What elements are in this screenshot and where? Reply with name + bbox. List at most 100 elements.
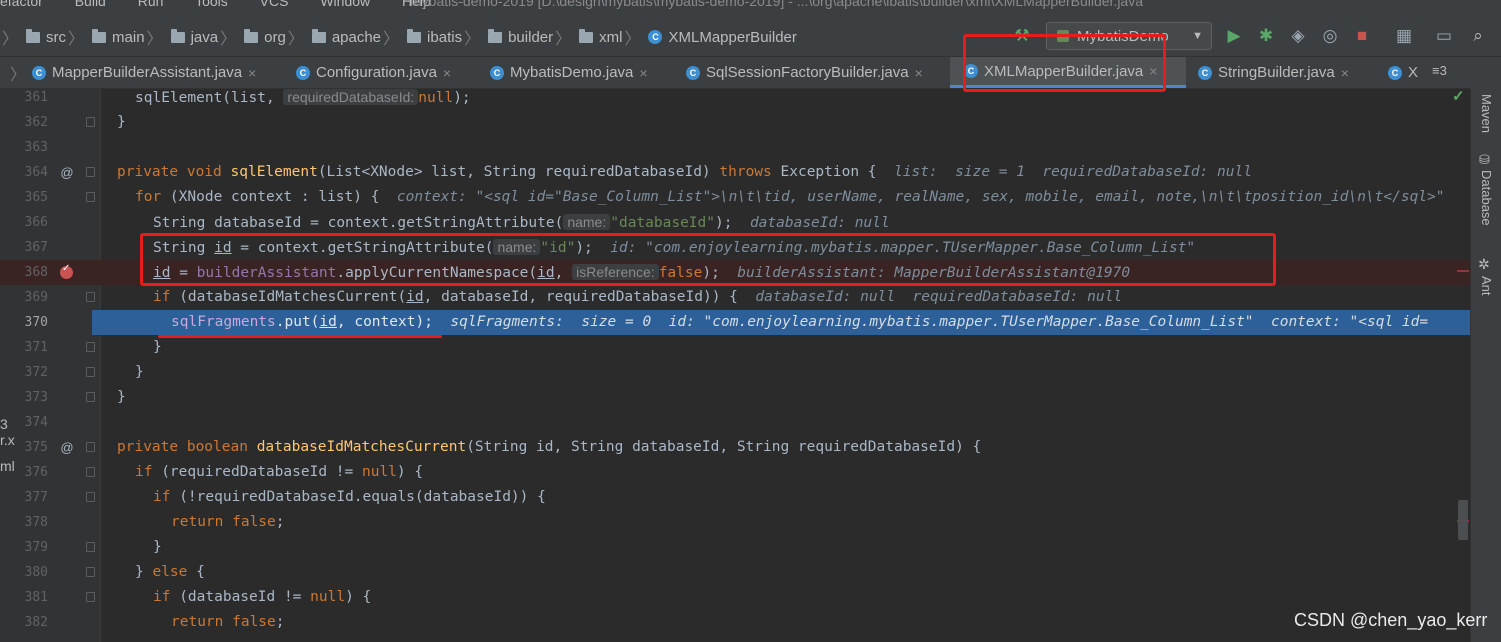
code-line-379[interactable]: 379 }	[0, 535, 1470, 560]
close-icon[interactable]: ×	[639, 65, 647, 81]
fold-marker-icon[interactable]	[86, 567, 95, 577]
class-icon: C	[32, 65, 47, 80]
tab-mapper-builder-assistant[interactable]: 〉 C MapperBuilderAssistant.java ×	[8, 57, 256, 88]
folder-icon	[26, 28, 41, 43]
profile-icon[interactable]: ◎	[1320, 26, 1340, 46]
folder-icon	[311, 28, 326, 43]
debug-inline-value: databaseId: null requiredDatabaseId: nul…	[755, 289, 1123, 305]
breadcrumb-item-xml[interactable]: xml	[573, 28, 622, 46]
debug-inline-value: sqlFragments: size = 0 id: "com.enjoylea…	[450, 314, 1429, 330]
fold-marker-icon[interactable]	[86, 117, 95, 127]
override-at-icon[interactable]: @	[59, 435, 75, 460]
menu-window[interactable]: Window	[320, 0, 370, 9]
breadcrumb-item-builder[interactable]: builder	[482, 28, 553, 46]
ant-tool-tab[interactable]: Ant	[1479, 276, 1494, 296]
folder-icon	[170, 28, 185, 43]
code-line-365[interactable]: 365 for (XNode context : list) { context…	[0, 185, 1470, 210]
param-hint: requiredDatabaseId:	[283, 89, 419, 105]
watermark: CSDN @chen_yao_kerr	[1294, 610, 1488, 630]
fold-marker-icon[interactable]	[86, 292, 95, 302]
override-at-icon[interactable]: @	[59, 160, 75, 185]
project-structure-icon[interactable]: ▦	[1394, 26, 1414, 46]
close-icon[interactable]: ×	[915, 65, 923, 81]
window-title: mybatis-demo-2019 [D:\design\mybatis\myb…	[410, 0, 1144, 9]
code-line-371[interactable]: 371 }	[0, 335, 1470, 360]
code-line-366[interactable]: 366 String databaseId = context.getStrin…	[0, 210, 1470, 235]
param-hint: name:	[563, 214, 611, 230]
code-line-377[interactable]: 377 if (!requiredDatabaseId.equals(datab…	[0, 485, 1470, 510]
fold-marker-icon[interactable]	[86, 442, 95, 452]
fold-marker-icon[interactable]	[86, 167, 95, 177]
breadcrumb-item-class[interactable]: C XMLMapperBuilder	[642, 29, 797, 46]
code-line-372[interactable]: 372 }	[0, 360, 1470, 385]
breakpoint-scroll-marker[interactable]	[1457, 270, 1469, 272]
tab-string-builder[interactable]: C StringBuilder.java ×	[1198, 57, 1349, 88]
project-tree-fragment: ml	[0, 458, 15, 474]
tab-sql-session-factory-builder[interactable]: C SqlSessionFactoryBuilder.java ×	[686, 57, 923, 88]
close-icon[interactable]: ×	[248, 65, 256, 81]
code-line-378[interactable]: 378 return false;	[0, 510, 1470, 535]
code-line-382[interactable]: 382 return false;	[0, 610, 1470, 635]
code-line-364[interactable]: 364 @ private void sqlElement(List<XNode…	[0, 160, 1470, 185]
menu-run[interactable]: Run	[138, 0, 164, 9]
code-line-376[interactable]: 376 if (requiredDatabaseId != null) {	[0, 460, 1470, 485]
fold-marker-icon[interactable]	[86, 592, 95, 602]
breadcrumb-item-java[interactable]: java	[165, 28, 218, 46]
coverage-icon[interactable]: ◈	[1288, 26, 1308, 46]
breadcrumb-item-apache[interactable]: apache	[306, 28, 381, 46]
tab-list-menu-icon[interactable]: ≡3	[1432, 63, 1447, 78]
tab-configuration[interactable]: C Configuration.java ×	[296, 57, 451, 88]
breakpoint-icon[interactable]	[60, 263, 73, 279]
chevron-icon: 〉	[287, 31, 304, 48]
chevron-icon: 〉	[555, 31, 572, 48]
tab-mybatis-demo[interactable]: C MybatisDemo.java ×	[490, 57, 648, 88]
code-line-363[interactable]: 363	[0, 135, 1470, 160]
debug-inline-value: databaseId: null	[749, 215, 890, 231]
close-icon[interactable]: ×	[1341, 65, 1349, 81]
menu-build[interactable]: Build	[75, 0, 106, 9]
chevron-icon: 〉	[624, 31, 641, 48]
chevron-icon: 〉	[68, 31, 85, 48]
menu-vcs[interactable]: VCS	[260, 0, 289, 9]
breadcrumb-item-src[interactable]: src	[20, 28, 66, 46]
code-line-370[interactable]: 370 sqlFragments.put(id, context); sqlFr…	[0, 310, 1470, 335]
chevron-icon: 〉	[146, 31, 163, 48]
code-line-381[interactable]: 381 if (databaseId != null) {	[0, 585, 1470, 610]
fold-marker-icon[interactable]	[86, 492, 95, 502]
breadcrumb-item-org[interactable]: org	[238, 28, 286, 46]
close-icon[interactable]: ×	[443, 65, 451, 81]
fold-marker-icon[interactable]	[86, 192, 95, 202]
tab-overflow-partial[interactable]: C X	[1388, 57, 1418, 88]
breadcrumb-item-main[interactable]: main	[86, 28, 145, 46]
code-line-375[interactable]: 375 @ private boolean databaseIdMatchesC…	[0, 435, 1470, 460]
code-line-380[interactable]: 380 } else {	[0, 560, 1470, 585]
chevron-icon: 〉	[220, 31, 237, 48]
project-tree-fragment: r.x	[0, 432, 15, 448]
code-line-361[interactable]: 361 sqlElement(list, requiredDatabaseId:…	[0, 85, 1470, 110]
fold-marker-icon[interactable]	[86, 342, 95, 352]
fold-marker-icon[interactable]	[86, 542, 95, 552]
code-line-374[interactable]: 374	[0, 410, 1470, 435]
code-line-373[interactable]: 373 }	[0, 385, 1470, 410]
editor-scrollbar-thumb[interactable]	[1458, 500, 1468, 540]
fold-marker-icon[interactable]	[86, 392, 95, 402]
menu-refactor[interactable]: efactor	[0, 0, 43, 9]
stop-icon[interactable]: ■	[1352, 26, 1372, 46]
terminal-icon[interactable]: ▭	[1434, 26, 1454, 46]
class-icon: C	[296, 65, 310, 80]
fold-marker-icon[interactable]	[86, 467, 95, 477]
code-line-369[interactable]: 369 if (databaseIdMatchesCurrent(id, dat…	[0, 285, 1470, 310]
search-icon[interactable]: ⌕	[1468, 26, 1488, 46]
project-tree-fragment: 3	[0, 416, 8, 432]
database-tool-tab[interactable]: Database	[1479, 170, 1494, 226]
class-icon: C	[686, 65, 700, 80]
menu-tools[interactable]: Tools	[195, 0, 228, 9]
maven-tool-tab[interactable]: Maven	[1479, 94, 1494, 133]
code-line-362[interactable]: 362 }	[0, 110, 1470, 135]
fold-marker-icon[interactable]	[86, 367, 95, 377]
breadcrumb-item-ibatis[interactable]: ibatis	[401, 28, 462, 46]
debug-bug-icon[interactable]: ✱	[1256, 26, 1276, 46]
run-icon[interactable]: ▶	[1224, 26, 1244, 46]
breadcrumb: 〉 src 〉 main 〉 java 〉 org 〉 apache 〉 iba…	[0, 25, 797, 49]
right-tool-strip: Maven ⛁ Database ✲ Ant	[1470, 88, 1501, 642]
